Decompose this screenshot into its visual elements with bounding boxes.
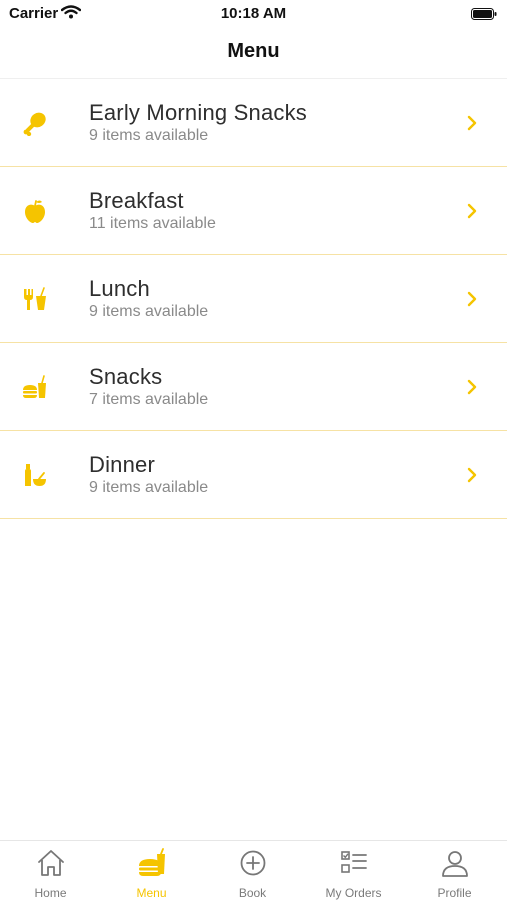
home-icon xyxy=(36,848,66,878)
burger-drink-icon xyxy=(22,374,48,400)
tab-label: Home xyxy=(34,886,67,900)
chevron-right-icon xyxy=(465,466,479,484)
tab-label: My Orders xyxy=(325,886,382,900)
menu-item-title: Snacks xyxy=(89,364,163,389)
menu-item-count: 11 items available xyxy=(89,215,216,232)
bottle-bowl-icon xyxy=(22,462,48,488)
tab-menu[interactable]: Menu xyxy=(101,841,202,901)
menu-item-title: Dinner xyxy=(89,452,156,477)
tab-profile[interactable]: Profile xyxy=(404,841,505,901)
menu-food-icon xyxy=(137,848,167,878)
chevron-right-icon xyxy=(465,202,479,220)
menu-list: Early Morning Snacks 9 items available B… xyxy=(0,79,507,519)
person-icon xyxy=(440,848,470,878)
menu-item-count: 9 items available xyxy=(89,127,209,144)
menu-item-title: Lunch xyxy=(89,276,150,301)
menu-item-count: 9 items available xyxy=(89,303,209,320)
menu-item-early-morning-snacks[interactable]: Early Morning Snacks 9 items available xyxy=(0,79,507,167)
status-bar: Carrier 10:18 AM xyxy=(0,0,507,30)
menu-item-count: 7 items available xyxy=(89,391,209,408)
checklist-icon xyxy=(339,848,369,878)
menu-item-count: 9 items available xyxy=(89,479,209,496)
tab-home[interactable]: Home xyxy=(0,841,101,901)
battery-icon xyxy=(471,7,497,20)
apple-icon xyxy=(22,198,48,224)
chevron-right-icon xyxy=(465,290,479,308)
drumstick-icon xyxy=(22,110,48,137)
chevron-right-icon xyxy=(465,114,479,132)
plus-circle-icon xyxy=(238,848,268,878)
tab-my-orders[interactable]: My Orders xyxy=(303,841,404,901)
tab-label: Book xyxy=(238,886,267,900)
chevron-right-icon xyxy=(465,378,479,396)
menu-item-dinner[interactable]: Dinner 9 items available xyxy=(0,431,507,519)
fork-drink-icon xyxy=(22,286,48,312)
menu-item-title: Breakfast xyxy=(89,188,184,213)
status-time: 10:18 AM xyxy=(220,5,287,22)
menu-item-lunch[interactable]: Lunch 9 items available xyxy=(0,255,507,343)
menu-item-snacks[interactable]: Snacks 7 items available xyxy=(0,343,507,431)
menu-item-title: Early Morning Snacks xyxy=(89,100,307,125)
tab-label: Menu xyxy=(136,886,167,900)
tab-label: Profile xyxy=(437,886,472,900)
tab-bar: Home Menu Book My Orders Profile xyxy=(0,840,507,901)
page-title: Menu xyxy=(227,40,280,62)
tab-book[interactable]: Book xyxy=(202,841,303,901)
menu-item-breakfast[interactable]: Breakfast 11 items available xyxy=(0,167,507,255)
